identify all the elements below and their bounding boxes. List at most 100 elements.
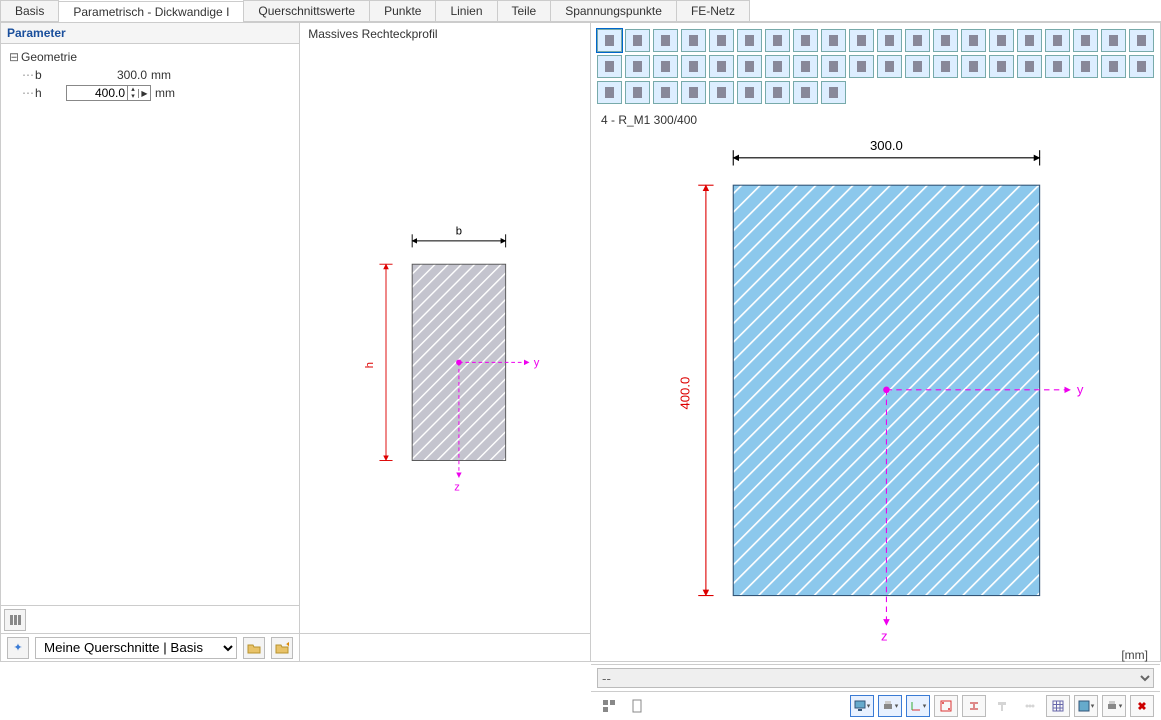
dots-button[interactable] [1018, 695, 1042, 717]
shape-tile[interactable] [1017, 55, 1042, 78]
shape-tile[interactable] [1129, 29, 1154, 52]
shape-tile[interactable] [905, 29, 930, 52]
spinner-up-icon[interactable]: ▴ [128, 86, 138, 93]
shape-tile[interactable] [821, 81, 846, 104]
shape-tile[interactable] [905, 55, 930, 78]
tab-teile[interactable]: Teile [497, 0, 552, 21]
shape-tile[interactable] [597, 81, 622, 104]
shape-tile[interactable] [709, 29, 734, 52]
shape-tile[interactable] [681, 81, 706, 104]
print2-button[interactable]: ▾ [1102, 695, 1126, 717]
shape-tile[interactable] [737, 29, 762, 52]
tab-linien[interactable]: Linien [435, 0, 497, 21]
shape-icon [994, 33, 1009, 48]
shape-tile[interactable] [625, 29, 650, 52]
printer2-icon [1106, 700, 1118, 712]
shape-tile[interactable] [653, 55, 678, 78]
geometry-label: Geometrie [21, 50, 77, 64]
display-button[interactable]: ▾ [850, 695, 874, 717]
shape-tile[interactable] [793, 55, 818, 78]
shape-tile[interactable] [737, 81, 762, 104]
reset-button[interactable]: ✖ [1130, 695, 1154, 717]
shape-tile[interactable] [765, 81, 790, 104]
shape-tile[interactable] [1073, 29, 1098, 52]
tab-querschnittswerte[interactable]: Querschnittswerte [243, 0, 370, 21]
result-selector[interactable]: -- [597, 668, 1154, 688]
spinner-down-icon[interactable]: ▾ [128, 93, 138, 100]
geometry-node[interactable]: ⊟ Geometrie [7, 48, 293, 66]
shape-tile[interactable] [1101, 55, 1126, 78]
shape-icon [826, 59, 841, 74]
shape-tile[interactable] [653, 29, 678, 52]
tab-parametrisch[interactable]: Parametrisch - Dickwandige I [58, 1, 244, 22]
shape-tile[interactable] [1101, 29, 1126, 52]
info-button[interactable] [625, 695, 649, 717]
param-value-h-spinner[interactable]: ▴ ▾ ▶ [66, 85, 151, 101]
shape-tile[interactable] [793, 29, 818, 52]
shape-tile[interactable] [821, 55, 846, 78]
shape-tile[interactable] [961, 55, 986, 78]
tab-fe-netz[interactable]: FE-Netz [676, 0, 750, 21]
tab-punkte[interactable]: Punkte [369, 0, 436, 21]
shape-tile[interactable] [709, 55, 734, 78]
points-button[interactable] [934, 695, 958, 717]
shape-tile[interactable] [653, 81, 678, 104]
ibeam-button[interactable] [962, 695, 986, 717]
section-selector[interactable]: Meine Querschnitte | Basis [35, 637, 237, 659]
shape-tile[interactable] [961, 29, 986, 52]
param-value-h-input[interactable] [67, 86, 127, 100]
shape-tile[interactable] [1017, 29, 1042, 52]
shape-tile[interactable] [709, 81, 734, 104]
book-icon [8, 613, 22, 627]
param-unit-b: mm [151, 68, 181, 82]
shape-tile[interactable] [877, 29, 902, 52]
shape-tile[interactable] [765, 55, 790, 78]
shape-tile[interactable] [821, 29, 846, 52]
shape-tile[interactable] [625, 55, 650, 78]
mesh-button[interactable]: ▾ [1074, 695, 1098, 717]
shape-tile[interactable] [989, 29, 1014, 52]
shape-tile[interactable] [989, 55, 1014, 78]
shape-tile[interactable] [1129, 55, 1154, 78]
shape-tile[interactable] [597, 55, 622, 78]
library-button[interactable] [4, 609, 26, 631]
shape-tile[interactable] [877, 55, 902, 78]
shape-icon [938, 59, 953, 74]
parameter-panel: Parameter ⊟ Geometrie ⋯ b 300.0 mm ⋯ h [0, 22, 300, 662]
shape-tile[interactable] [597, 29, 622, 52]
favorite-button[interactable]: ✦ [7, 637, 29, 659]
tab-basis[interactable]: Basis [0, 0, 59, 21]
shape-tile[interactable] [681, 29, 706, 52]
shape-icon [714, 85, 729, 100]
shape-tile[interactable] [765, 29, 790, 52]
grid-button[interactable] [1046, 695, 1070, 717]
open-button[interactable] [243, 637, 265, 659]
new-button[interactable]: ✦ [271, 637, 293, 659]
shape-tile[interactable] [849, 29, 874, 52]
preview-z-label: z [881, 628, 888, 643]
shape-tile[interactable] [625, 81, 650, 104]
mesh-icon [1078, 700, 1090, 712]
schematic-z-label: z [454, 481, 460, 493]
shape-tile[interactable] [1073, 55, 1098, 78]
shape-tile[interactable] [933, 29, 958, 52]
tee-button[interactable] [990, 695, 1014, 717]
shape-tile[interactable] [933, 55, 958, 78]
tab-spannungspunkte[interactable]: Spannungspunkte [550, 0, 677, 21]
shape-tile[interactable] [737, 55, 762, 78]
shape-icon [714, 33, 729, 48]
spinner-play-icon[interactable]: ▶ [138, 89, 150, 98]
values-button[interactable] [597, 695, 621, 717]
shape-tile[interactable] [849, 55, 874, 78]
print-button[interactable]: ▾ [878, 695, 902, 717]
shape-tile[interactable] [1045, 55, 1070, 78]
shape-icon [966, 59, 981, 74]
shape-tile[interactable] [793, 81, 818, 104]
shape-tile[interactable] [681, 55, 706, 78]
param-value-b[interactable]: 300.0 [61, 68, 151, 82]
collapse-icon[interactable]: ⊟ [7, 50, 21, 64]
shape-icon [630, 59, 645, 74]
shape-tile[interactable] [1045, 29, 1070, 52]
shape-icon [1106, 33, 1121, 48]
axes-button[interactable]: ▾ [906, 695, 930, 717]
